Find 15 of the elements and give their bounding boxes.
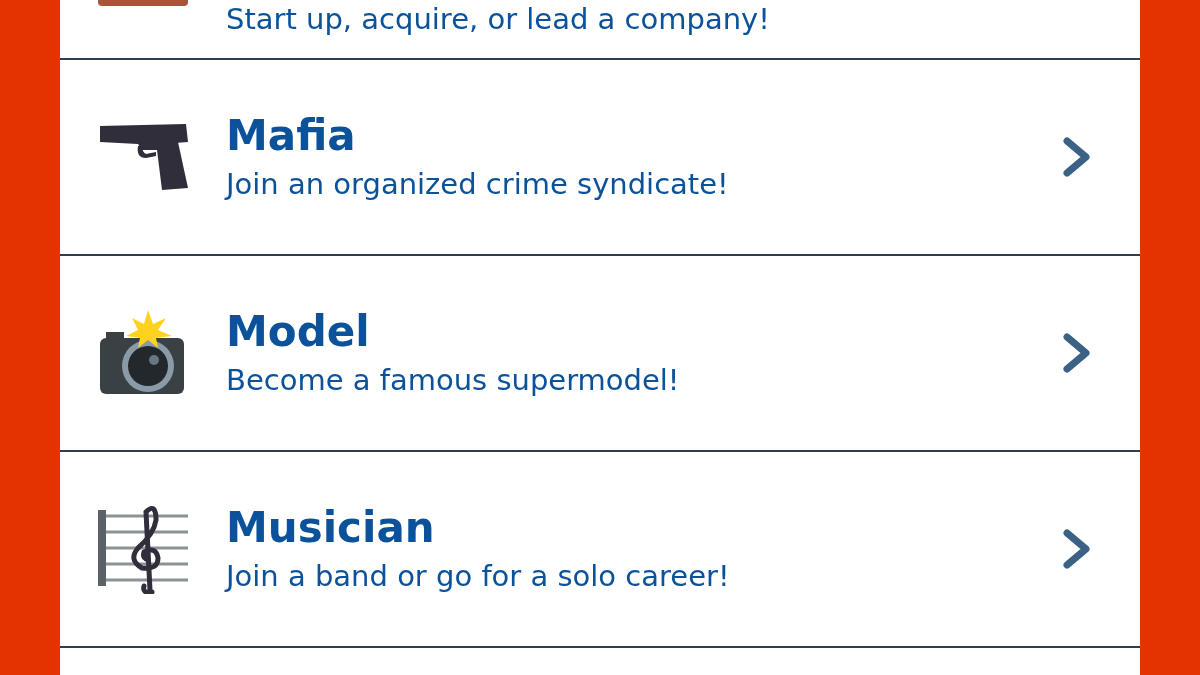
career-row[interactable]: Musician Join a band or go for a solo career! [60,452,1140,648]
chevron-right-icon[interactable] [1062,137,1092,177]
career-title: Mafia [226,112,357,159]
career-title: Model [226,308,371,355]
career-row[interactable]: Model Become a famous supermodel! [60,256,1140,452]
career-description: Join an organized crime syndicate! [226,166,730,202]
career-description: Start up, acquire, or lead a company! [226,2,771,37]
career-title: Musician [226,504,436,551]
treble-clef-staff-icon [98,504,188,594]
chevron-right-icon[interactable] [1062,333,1092,373]
career-description: Become a famous supermodel! [226,362,681,398]
chevron-right-icon[interactable] [1062,529,1092,569]
career-description: Join a band or go for a solo career! [226,558,731,594]
pistol-icon [98,122,188,192]
career-row[interactable]: Mafia Join an organized crime syndicate! [60,60,1140,256]
